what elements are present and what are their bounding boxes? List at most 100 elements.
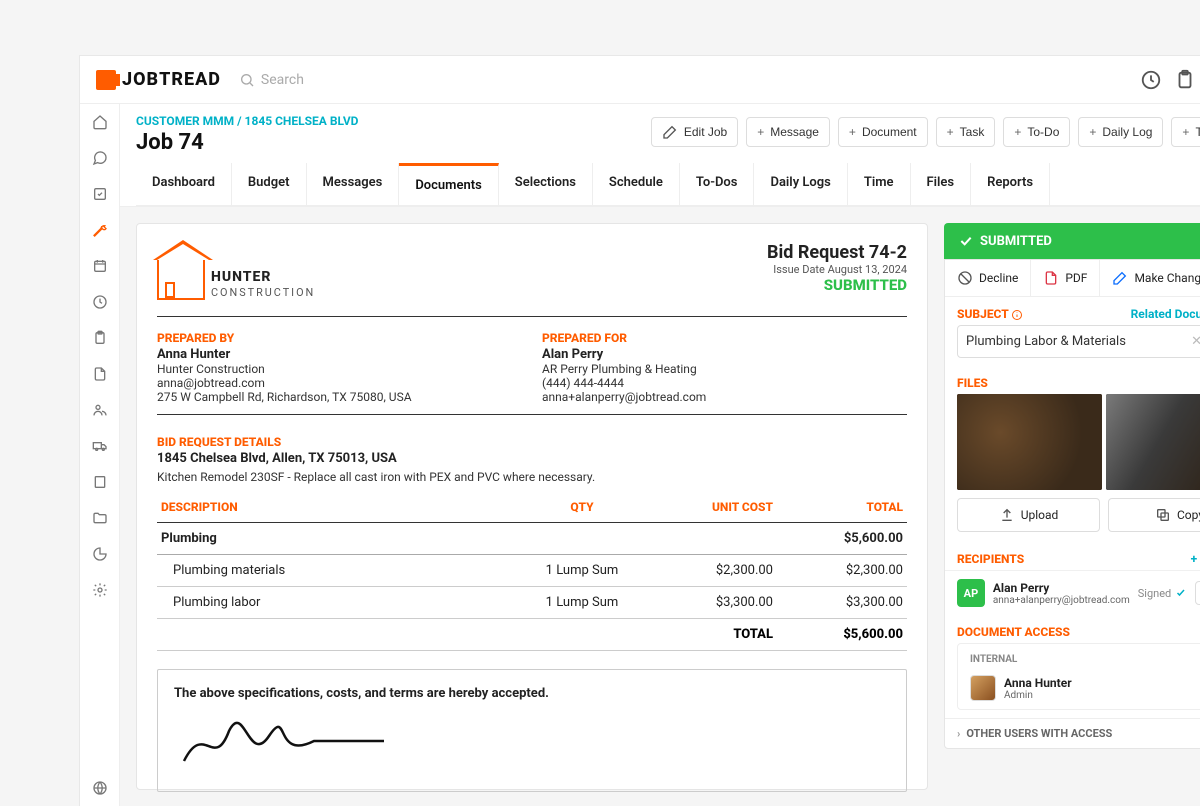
document-title: Bid Request 74-2 bbox=[767, 242, 907, 263]
rail-book-icon[interactable] bbox=[90, 472, 110, 492]
document-status: SUBMITTED bbox=[767, 276, 907, 294]
plus-icon: + bbox=[1089, 125, 1096, 139]
prepared-by-company: Hunter Construction bbox=[157, 362, 522, 376]
tab-dailylogs[interactable]: Daily Logs bbox=[754, 163, 847, 205]
related-documents-link[interactable]: Related Documents → bbox=[1131, 307, 1200, 321]
tab-todos[interactable]: To-Dos bbox=[680, 163, 755, 205]
bid-details-label: BID REQUEST DETAILS bbox=[157, 435, 907, 449]
pdf-button[interactable]: PDF bbox=[1031, 260, 1100, 296]
rail-users-icon[interactable] bbox=[90, 400, 110, 420]
add-document-button[interactable]: +Document bbox=[838, 117, 928, 147]
plus-icon: + bbox=[1182, 125, 1189, 139]
info-icon bbox=[1011, 309, 1023, 321]
prepared-by-label: PREPARED BY bbox=[157, 331, 522, 345]
rail-calendar-icon[interactable] bbox=[90, 256, 110, 276]
tab-schedule[interactable]: Schedule bbox=[593, 163, 680, 205]
recent-icon[interactable] bbox=[1140, 69, 1162, 91]
edit-job-button[interactable]: Edit Job bbox=[651, 117, 738, 147]
rail-wrench-icon[interactable] bbox=[90, 220, 110, 240]
file-thumbnail[interactable] bbox=[957, 394, 1102, 490]
category-row: Plumbing bbox=[157, 523, 517, 555]
rail-home-icon[interactable] bbox=[90, 112, 110, 132]
prepared-for-company: AR Perry Plumbing & Heating bbox=[542, 362, 907, 376]
page-title: Job 74 bbox=[136, 130, 204, 155]
upload-button[interactable]: Upload bbox=[957, 498, 1100, 532]
logo-text-job: JOB bbox=[122, 69, 159, 90]
tab-time[interactable]: Time bbox=[848, 163, 911, 205]
other-users-label: OTHER USERS WITH ACCESS bbox=[966, 727, 1112, 740]
rail-piechart-icon[interactable] bbox=[90, 544, 110, 564]
category-total: $5,600.00 bbox=[777, 523, 907, 555]
col-description: DESCRIPTION bbox=[157, 492, 517, 523]
global-search-input[interactable]: Search bbox=[239, 72, 304, 88]
logo-text-tread: TREAD bbox=[159, 69, 221, 90]
clear-subject-icon[interactable]: ✕ bbox=[1191, 334, 1200, 349]
plus-icon: + bbox=[947, 125, 954, 139]
line-item-qty: 1 Lump Sum bbox=[517, 587, 647, 619]
recipient-avatar: AP bbox=[957, 579, 985, 607]
line-item-total: $3,300.00 bbox=[777, 587, 907, 619]
vendor-logo: HUNTERCONSTRUCTION bbox=[157, 242, 315, 300]
document-preview: HUNTERCONSTRUCTION Bid Request 74-2 Issu… bbox=[136, 223, 928, 790]
prepared-for-label: PREPARED FOR bbox=[542, 331, 907, 345]
make-changes-button[interactable]: Make Changes bbox=[1100, 260, 1200, 296]
line-item-desc: Plumbing labor bbox=[157, 587, 517, 619]
rail-clock-icon[interactable] bbox=[90, 292, 110, 312]
subject-label: SUBJECT bbox=[957, 307, 1008, 321]
copy-label: Copy bbox=[1177, 508, 1200, 522]
copy-button[interactable]: Copy bbox=[1108, 498, 1200, 532]
tab-dashboard[interactable]: Dashboard bbox=[136, 163, 232, 205]
rail-file-icon[interactable] bbox=[90, 364, 110, 384]
tab-reports[interactable]: Reports bbox=[971, 163, 1050, 205]
ban-icon bbox=[957, 270, 973, 286]
add-todo-label: To-Do bbox=[1027, 125, 1059, 139]
prepared-by-name: Anna Hunter bbox=[157, 347, 522, 362]
line-item-unit: $3,300.00 bbox=[647, 587, 777, 619]
check-icon bbox=[1175, 587, 1187, 599]
prepared-by-address: 275 W Campbell Rd, Richardson, TX 75080,… bbox=[157, 390, 522, 404]
vendor-sub: CONSTRUCTION bbox=[211, 286, 315, 299]
tab-documents[interactable]: Documents bbox=[399, 163, 498, 205]
send-recipient-button[interactable] bbox=[1195, 581, 1200, 605]
logo-mark-icon bbox=[96, 70, 116, 90]
clipboard-icon[interactable] bbox=[1174, 69, 1196, 91]
tab-files[interactable]: Files bbox=[911, 163, 972, 205]
file-thumbnail[interactable] bbox=[1106, 394, 1200, 490]
plus-icon: + bbox=[757, 125, 764, 139]
add-message-button[interactable]: +Message bbox=[746, 117, 830, 147]
decline-button[interactable]: Decline bbox=[945, 260, 1031, 296]
tab-messages[interactable]: Messages bbox=[307, 163, 400, 205]
subject-value: Plumbing Labor & Materials bbox=[966, 334, 1126, 349]
other-users-toggle[interactable]: › OTHER USERS WITH ACCESS bbox=[945, 718, 1200, 748]
rail-folder-icon[interactable] bbox=[90, 508, 110, 528]
add-todo-button[interactable]: +To-Do bbox=[1003, 117, 1070, 147]
add-recipient-link[interactable]: + Recipient bbox=[1191, 552, 1200, 566]
subject-input[interactable]: Plumbing Labor & Materials ✕ bbox=[957, 325, 1200, 358]
pdf-icon bbox=[1043, 270, 1059, 286]
internal-label: INTERNAL bbox=[958, 648, 1200, 671]
bid-scope: Kitchen Remodel 230SF - Replace all cast… bbox=[157, 470, 907, 484]
add-timeentry-button[interactable]: +Time Entry bbox=[1171, 117, 1200, 147]
col-qty: QTY bbox=[517, 492, 647, 523]
add-task-button[interactable]: +Task bbox=[936, 117, 996, 147]
line-item-desc: Plumbing materials bbox=[157, 555, 517, 587]
decline-label: Decline bbox=[979, 271, 1018, 285]
rail-truck-icon[interactable] bbox=[90, 436, 110, 456]
rail-globe-icon[interactable] bbox=[90, 778, 110, 798]
access-label: DOCUMENT ACCESS bbox=[957, 625, 1070, 639]
search-placeholder: Search bbox=[261, 72, 304, 88]
add-dailylog-button[interactable]: +Daily Log bbox=[1078, 117, 1163, 147]
tab-budget[interactable]: Budget bbox=[232, 163, 307, 205]
signature-icon bbox=[174, 711, 394, 771]
rail-chat-icon[interactable] bbox=[90, 148, 110, 168]
tab-selections[interactable]: Selections bbox=[499, 163, 593, 205]
files-label: FILES bbox=[957, 376, 988, 390]
grand-total: $5,600.00 bbox=[777, 619, 907, 651]
rail-clipboard-icon[interactable] bbox=[90, 328, 110, 348]
rail-check-icon[interactable] bbox=[90, 184, 110, 204]
plus-icon: + bbox=[849, 125, 856, 139]
grand-total-label: TOTAL bbox=[647, 619, 777, 651]
edit-job-label: Edit Job bbox=[684, 125, 727, 139]
app-logo[interactable]: JOBTREAD bbox=[96, 69, 221, 90]
rail-gear-icon[interactable] bbox=[90, 580, 110, 600]
